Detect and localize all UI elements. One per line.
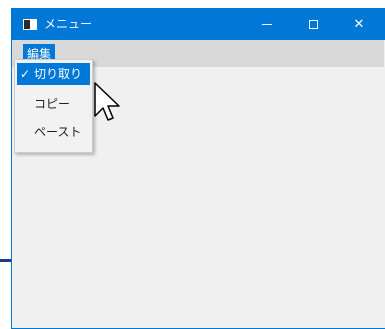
close-button[interactable]: ✕ bbox=[336, 8, 382, 40]
minimize-button[interactable] bbox=[244, 8, 290, 40]
menu-item-label: 切り取り bbox=[34, 67, 83, 81]
maximize-button[interactable] bbox=[290, 8, 336, 40]
left-edge-marker bbox=[0, 259, 11, 262]
menu-item-copy[interactable]: コピー bbox=[17, 93, 90, 115]
menu-item-paste[interactable]: ペースト bbox=[17, 121, 90, 143]
minimize-icon bbox=[262, 23, 272, 25]
title-bar[interactable]: メニュー ✕ bbox=[12, 8, 385, 40]
window-title: メニュー bbox=[44, 17, 93, 31]
menu-item-label: コピー bbox=[34, 97, 71, 111]
mouse-pointer-icon bbox=[94, 82, 120, 121]
app-window: メニュー ✕ 編集 bbox=[11, 8, 385, 329]
maximize-icon bbox=[308, 19, 318, 29]
menu-item-label: ペースト bbox=[34, 125, 82, 139]
edit-dropdown-menu: ✓ 切り取り コピー ペースト bbox=[14, 59, 93, 153]
close-icon: ✕ bbox=[353, 16, 365, 32]
menu-item-cut[interactable]: ✓ 切り取り bbox=[17, 63, 90, 85]
app-window-icon bbox=[23, 19, 37, 30]
check-icon: ✓ bbox=[20, 67, 31, 81]
